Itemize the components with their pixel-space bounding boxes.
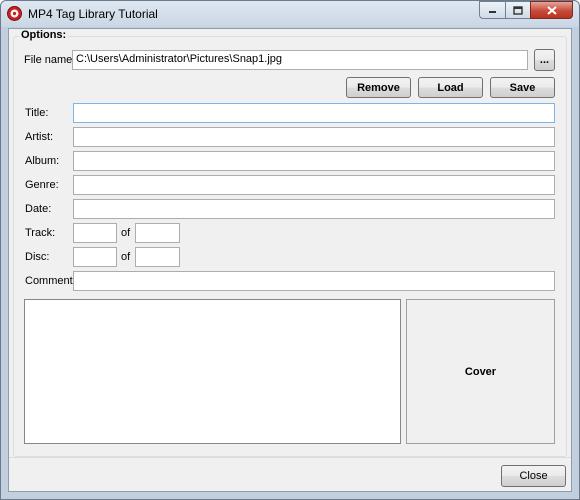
album-input[interactable]	[73, 151, 555, 171]
genre-label: Genre:	[25, 179, 59, 191]
artist-input[interactable]	[73, 127, 555, 147]
genre-input[interactable]	[73, 175, 555, 195]
app-window: MP4 Tag Library Tutorial Options: File n…	[0, 0, 580, 500]
disc-label: Disc:	[25, 251, 50, 263]
browse-button[interactable]: ...	[534, 49, 555, 71]
remove-button[interactable]: Remove	[346, 77, 411, 98]
title-label: Title:	[25, 107, 49, 119]
disc-number-input[interactable]	[73, 247, 117, 267]
close-button[interactable]: Close	[501, 465, 566, 487]
file-name-label: File name:	[24, 54, 76, 66]
date-input[interactable]	[73, 199, 555, 219]
disc-of-label: of	[121, 251, 131, 263]
maximize-button[interactable]	[505, 1, 530, 19]
cover-image-box[interactable]: Cover	[406, 299, 555, 444]
save-button[interactable]: Save	[490, 77, 555, 98]
track-number-input[interactable]	[73, 223, 117, 243]
close-icon	[546, 5, 557, 15]
disc-total-input[interactable]	[135, 247, 180, 267]
load-button[interactable]: Load	[418, 77, 483, 98]
artist-label: Artist:	[25, 131, 54, 143]
track-of-label: of	[121, 227, 131, 239]
title-bar[interactable]: MP4 Tag Library Tutorial	[1, 1, 579, 27]
track-total-input[interactable]	[135, 223, 180, 243]
file-name-input[interactable]: C:\Users\Administrator\Pictures\Snap1.jp…	[72, 50, 528, 70]
close-window-button[interactable]	[530, 1, 573, 19]
comment-label: Comment:	[25, 275, 76, 287]
cover-label: Cover	[464, 365, 497, 378]
footer-separator	[9, 457, 571, 458]
title-input[interactable]	[73, 103, 555, 123]
album-label: Album:	[25, 155, 60, 167]
window-title: MP4 Tag Library Tutorial	[28, 7, 158, 21]
maximize-icon	[513, 5, 523, 15]
client-area: Options: File name: C:\Users\Administrat…	[8, 28, 572, 492]
comment-text-area[interactable]	[24, 299, 401, 444]
app-icon	[7, 6, 22, 21]
comment-input[interactable]	[73, 271, 555, 291]
minimize-icon	[489, 11, 496, 13]
options-group-label: Options:	[19, 29, 69, 41]
track-label: Track:	[25, 227, 56, 239]
date-label: Date:	[25, 203, 52, 215]
minimize-button[interactable]	[479, 1, 505, 19]
